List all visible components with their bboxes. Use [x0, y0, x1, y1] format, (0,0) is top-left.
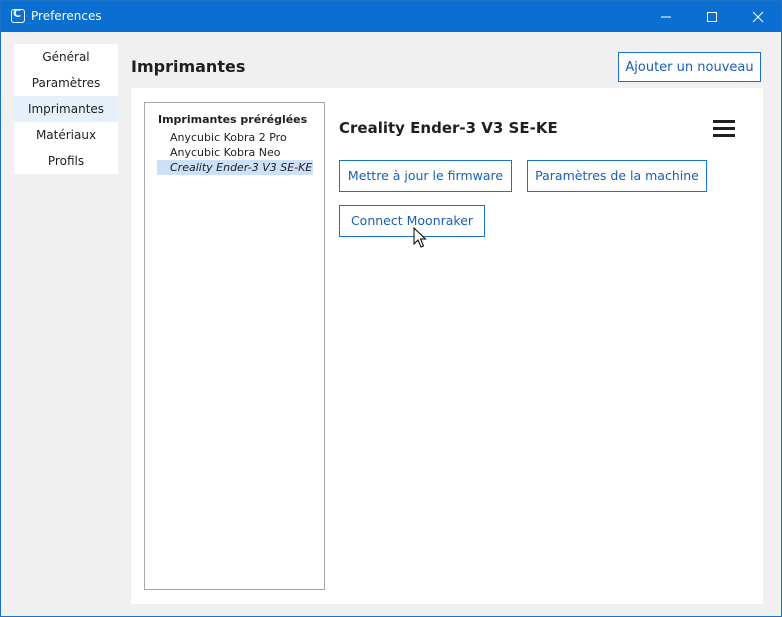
- menu-icon[interactable]: [713, 118, 735, 138]
- page-title: Imprimantes: [131, 57, 246, 76]
- sidebar-item-parametres[interactable]: Paramètres: [14, 70, 118, 96]
- sidebar-item-general[interactable]: Général: [14, 44, 118, 70]
- connect-moonraker-button[interactable]: Connect Moonraker: [339, 205, 485, 237]
- list-item[interactable]: Anycubic Kobra Neo: [157, 145, 313, 160]
- maximize-button[interactable]: [689, 1, 735, 32]
- content-panel: Imprimantes préréglées Anycubic Kobra 2 …: [131, 88, 763, 604]
- app-icon: C: [11, 7, 25, 23]
- add-new-button[interactable]: Ajouter un nouveau: [618, 52, 761, 82]
- sidebar-item-materiaux[interactable]: Matériaux: [14, 122, 118, 148]
- sidebar-item-profils[interactable]: Profils: [14, 148, 118, 174]
- printer-list-header: Imprimantes préréglées: [158, 113, 308, 126]
- printer-name: Creality Ender-3 V3 SE-KE: [339, 119, 558, 137]
- preferences-window: C Preferences Général Paramètres Imprima…: [0, 0, 782, 617]
- sidebar-item-imprimantes[interactable]: Imprimantes: [14, 96, 118, 122]
- list-item-selected[interactable]: Creality Ender-3 V3 SE-KE: [157, 160, 313, 175]
- sidebar: Général Paramètres Imprimantes Matériaux…: [14, 44, 118, 174]
- close-button[interactable]: [735, 1, 781, 32]
- minimize-icon: [661, 16, 671, 18]
- printer-list[interactable]: Imprimantes préréglées Anycubic Kobra 2 …: [144, 102, 325, 590]
- window-title: Preferences: [31, 9, 102, 23]
- update-firmware-button[interactable]: Mettre à jour le firmware: [339, 160, 512, 192]
- machine-settings-button[interactable]: Paramètres de la machine: [527, 160, 707, 192]
- minimize-button[interactable]: [643, 1, 689, 32]
- list-item[interactable]: Anycubic Kobra 2 Pro: [157, 130, 313, 145]
- maximize-icon: [707, 12, 717, 22]
- title-bar[interactable]: C Preferences: [1, 1, 781, 32]
- mouse-cursor-icon: [413, 227, 427, 248]
- app-icon-letter: C: [13, 7, 22, 20]
- close-icon: [752, 11, 764, 23]
